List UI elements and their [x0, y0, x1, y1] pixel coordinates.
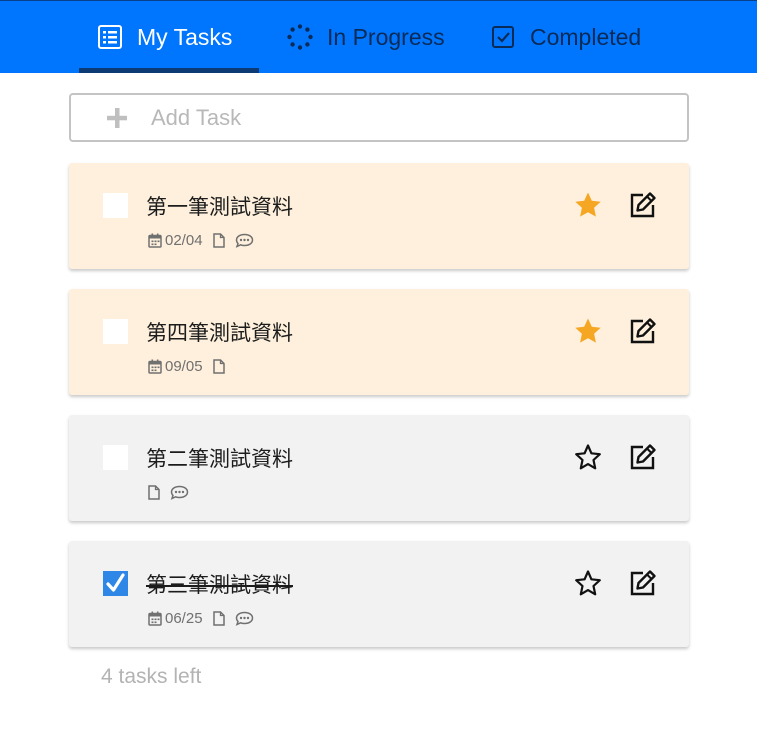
- plus-icon: [107, 107, 127, 128]
- task-checkbox[interactable]: [103, 445, 128, 470]
- edit-icon[interactable]: [629, 191, 657, 219]
- active-tab-indicator: [79, 68, 259, 73]
- task-meta: 06/25: [148, 608, 264, 628]
- task-checkbox[interactable]: [103, 193, 128, 218]
- task-card[interactable]: 第三筆測試資料 06/25: [69, 541, 689, 647]
- checkbox-icon: [492, 26, 514, 48]
- checkmark-icon: [106, 573, 125, 592]
- calendar-icon: [148, 611, 162, 626]
- task-title[interactable]: 第四筆測試資料: [146, 317, 293, 347]
- task-card[interactable]: 第一筆測試資料 02/04: [69, 163, 689, 269]
- star-filled-icon[interactable]: [574, 317, 602, 345]
- tab-label: My Tasks: [137, 23, 233, 50]
- task-checkbox-checked[interactable]: [103, 571, 128, 596]
- calendar-icon: [148, 359, 162, 374]
- edit-icon[interactable]: [629, 317, 657, 345]
- file-icon: [148, 484, 160, 500]
- add-task-input[interactable]: [151, 104, 631, 131]
- file-icon: [212, 358, 225, 374]
- tab-label: Completed: [530, 23, 642, 50]
- edit-icon[interactable]: [629, 569, 657, 597]
- file-icon: [212, 610, 225, 626]
- task-title[interactable]: 第二筆測試資料: [146, 443, 293, 473]
- task-meta: 09/05: [148, 356, 235, 376]
- star-filled-icon[interactable]: [574, 191, 602, 219]
- task-date: 06/25: [165, 609, 203, 627]
- top-nav-bar: My Tasks In Progress Completed: [0, 0, 757, 73]
- task-date: 09/05: [165, 357, 203, 375]
- task-title[interactable]: 第三筆測試資料: [146, 569, 293, 599]
- calendar-icon: [148, 233, 162, 248]
- add-task-box[interactable]: [69, 93, 689, 142]
- star-outline-icon[interactable]: [574, 443, 602, 471]
- tab-label: In Progress: [327, 23, 445, 50]
- comment-icon: [235, 233, 253, 248]
- task-date: 02/04: [165, 231, 203, 249]
- task-card[interactable]: 第四筆測試資料 09/05: [69, 289, 689, 395]
- file-icon: [212, 232, 225, 248]
- tab-completed[interactable]: Completed: [490, 1, 641, 73]
- task-title[interactable]: 第一筆測試資料: [146, 191, 293, 221]
- tasks-left-counter: 4 tasks left: [101, 665, 202, 688]
- star-outline-icon[interactable]: [574, 569, 602, 597]
- tab-my-tasks[interactable]: My Tasks: [97, 1, 232, 73]
- comment-icon: [170, 485, 189, 500]
- list-icon: [98, 25, 122, 49]
- comment-icon: [235, 611, 253, 626]
- task-card[interactable]: 第二筆測試資料: [69, 415, 689, 521]
- spinner-icon: [287, 24, 313, 50]
- task-meta: [148, 482, 199, 502]
- task-checkbox[interactable]: [103, 319, 128, 344]
- edit-icon[interactable]: [629, 443, 657, 471]
- task-meta: 02/04: [148, 230, 264, 250]
- tab-in-progress[interactable]: In Progress: [287, 1, 445, 73]
